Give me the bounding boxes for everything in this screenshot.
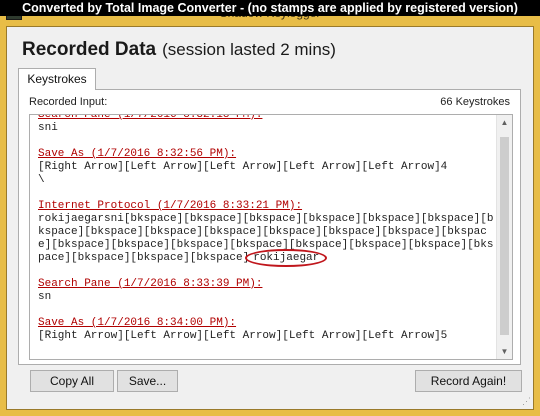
session-duration: (session lasted 2 mins) [162, 40, 336, 59]
log-entry: Search Pane (1/7/2016 8:33:39 PM): sn [38, 278, 494, 304]
keystrokes-panel: Recorded Input: 66 Keystrokes Search Pan… [18, 89, 521, 365]
log-entry-body: [Right Arrow][Left Arrow][Left Arrow][Le… [38, 330, 448, 342]
save-button[interactable]: Save... [117, 370, 178, 392]
log-entry-body: rokijaegarsni[bkspace][bkspace][bkspace]… [38, 213, 494, 267]
down-arrow-icon[interactable]: ▼ [497, 344, 512, 359]
highlighted-keystrokes: rokijaegar [245, 249, 328, 267]
copy-all-button[interactable]: Copy All [30, 370, 114, 392]
page-heading: Recorded Data (session lasted 2 mins) [22, 39, 336, 61]
log-entry-body: sn [38, 291, 52, 303]
recorded-input-label: Recorded Input: [29, 96, 108, 108]
log-entry-title: Save As (1/7/2016 8:34:00 PM): [38, 317, 237, 329]
record-again-button[interactable]: Record Again! [415, 370, 522, 392]
title-bar: Shadow Keylogger Converted by Total Imag… [0, 0, 540, 26]
log-entry-title: Internet Protocol (1/7/2016 8:33:21 PM): [38, 200, 303, 212]
log-content: Search Pane (1/7/2016 8:32:18 PM): sni S… [38, 114, 494, 356]
log-entry: Internet Protocol (1/7/2016 8:33:21 PM):… [38, 200, 494, 267]
up-arrow-icon[interactable]: ▲ [497, 115, 512, 130]
vertical-scrollbar[interactable]: ▲ ▼ [496, 115, 512, 359]
log-entry: Save As (1/7/2016 8:34:00 PM): [Right Ar… [38, 317, 494, 343]
log-entry-title: Search Pane (1/7/2016 8:32:18 PM): [38, 114, 263, 121]
log-entry: Save As (1/7/2016 8:32:56 PM): [Right Ar… [38, 148, 494, 187]
log-entry-body: sni [38, 122, 58, 134]
log-entry-title: Search Pane (1/7/2016 8:33:39 PM): [38, 278, 263, 290]
converter-stamp: Converted by Total Image Converter - (no… [0, 0, 540, 16]
tab-keystrokes[interactable]: Keystrokes [18, 68, 96, 90]
recorded-input-log[interactable]: Search Pane (1/7/2016 8:32:18 PM): sni S… [29, 114, 513, 360]
page-title: Recorded Data [22, 39, 157, 60]
main-window: Recorded Data (session lasted 2 mins) Key… [6, 26, 534, 410]
resize-grip-icon[interactable]: ⋰ [522, 396, 531, 407]
log-entry-body: [Right Arrow][Left Arrow][Left Arrow][Le… [38, 161, 448, 186]
log-entry-title: Save As (1/7/2016 8:32:56 PM): [38, 148, 237, 160]
keystroke-count: 66 Keystrokes [440, 96, 510, 108]
scroll-thumb[interactable] [500, 137, 509, 335]
log-entry: Search Pane (1/7/2016 8:32:18 PM): sni [38, 114, 494, 135]
